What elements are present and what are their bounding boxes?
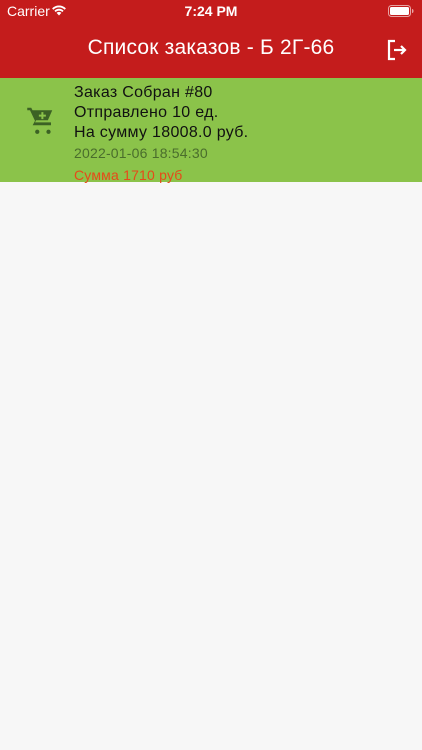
status-time: 7:24 PM <box>184 3 238 19</box>
page-title: Список заказов - Б 2Г-66 <box>87 36 335 59</box>
status-bar: Carrier 7:24 PM <box>0 0 422 22</box>
order-sent-count: Отправлено 10 ед. <box>74 104 219 121</box>
order-date: 2022-01-06 18:54:30 <box>74 145 208 161</box>
order-total: На сумму 18008.0 руб. <box>74 124 249 141</box>
order-sum: Сумма 1710 руб <box>74 167 183 183</box>
battery-icon <box>388 5 414 17</box>
logout-icon[interactable] <box>385 38 409 62</box>
cart-plus-icon <box>27 107 53 134</box>
order-details: Заказ Собран #80 Отправлено 10 ед. На су… <box>74 83 248 184</box>
order-title: Заказ Собран #80 <box>74 84 213 101</box>
app-bar: Carrier 7:24 PM Список заказов - Б 2Г-66 <box>0 0 422 78</box>
order-list-item[interactable]: Заказ Собран #80 Отправлено 10 ед. На су… <box>0 78 422 184</box>
